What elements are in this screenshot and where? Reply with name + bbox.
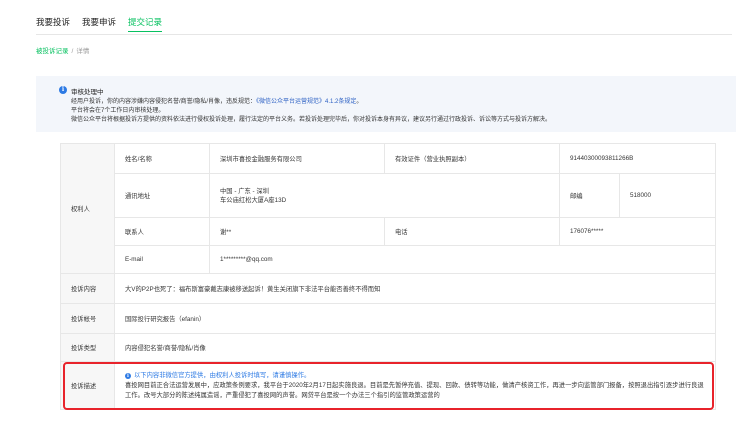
complaint-account-value: 国际投行研究报告（efanin） bbox=[114, 303, 716, 334]
rules-link[interactable]: 《微信公众平台运营规范》4.1.2条规定 bbox=[256, 99, 356, 105]
contact-key: 联系人 bbox=[114, 217, 210, 246]
address-line1: 中国 - 广东 - 深圳 bbox=[220, 187, 269, 195]
id-key: 有效证件（营业执照副本） bbox=[384, 143, 560, 174]
tab-submission-records[interactable]: 提交记录 bbox=[128, 16, 163, 32]
info-icon: i bbox=[59, 86, 67, 94]
right-holder-label: 权利人 bbox=[60, 143, 115, 274]
notice-line-review-time: 平台将会在7个工作日内审核处理。 bbox=[71, 108, 165, 114]
highlight-annotation bbox=[63, 362, 714, 410]
notice-line-legal: 微信公众平台将根据投诉方提供的资料依法进行侵权投诉处理，履行法定的平台义务。若投… bbox=[71, 117, 552, 123]
breadcrumb: 被投诉记录 / 详情 bbox=[36, 45, 89, 55]
email-key: E-mail bbox=[114, 245, 210, 274]
table-row: 投诉类型 内容侵犯名誉/商誉/隐私/肖像 bbox=[60, 333, 716, 362]
notice-title: 审核处理中 bbox=[71, 89, 104, 96]
notice-line1-suffix: 。 bbox=[356, 99, 363, 105]
contact-value: 谢** bbox=[209, 217, 385, 246]
status-notice: i 审核处理中 经用户投诉，你的内容涉嫌内容侵犯名誉/商誉/隐私/肖像，违反规范… bbox=[36, 76, 736, 132]
complaint-account-label: 投诉帐号 bbox=[60, 303, 115, 334]
table-row: E-mail 1*********@qq.com bbox=[61, 245, 716, 274]
tab-appeal[interactable]: 我要申诉 bbox=[82, 16, 116, 32]
breadcrumb-separator: / bbox=[71, 48, 74, 55]
tabs-divider bbox=[36, 34, 732, 35]
phone-value: 176076***** bbox=[559, 217, 716, 246]
name-value: 深圳市喜投金融服务有限公司 bbox=[209, 143, 385, 174]
table-row: 投诉内容 大V的P2P也死了：福布斯富豪戴志康被移送起诉！黄生关闭旗下非法平台能… bbox=[60, 273, 716, 304]
tab-complain[interactable]: 我要投诉 bbox=[36, 16, 70, 32]
postcode-key: 邮编 bbox=[559, 173, 620, 218]
breadcrumb-current: 详情 bbox=[76, 48, 90, 55]
table-row: 联系人 谢** 电话 176076***** bbox=[61, 217, 716, 246]
complaint-content-value: 大V的P2P也死了：福布斯富豪戴志康被移送起诉！黄生关闭旗下非法平台能否善终不得… bbox=[114, 273, 716, 304]
complaint-type-value: 内容侵犯名誉/商誉/隐私/肖像 bbox=[114, 333, 716, 362]
top-tabs: 我要投诉 我要申诉 提交记录 bbox=[36, 16, 163, 32]
notice-line-violation: 经用户投诉，你的内容涉嫌内容侵犯名誉/商誉/隐私/肖像，违反规范：《微信公众平台… bbox=[71, 96, 362, 105]
complaint-content-label: 投诉内容 bbox=[60, 273, 115, 304]
breadcrumb-link-complaint-records[interactable]: 被投诉记录 bbox=[36, 48, 69, 55]
table-row: 权利人 姓名/名称 深圳市喜投金融服务有限公司 有效证件（营业执照副本） 914… bbox=[60, 143, 716, 274]
id-value: 91440300093811266B bbox=[559, 143, 716, 174]
address-value: 中国 - 广东 - 深圳 车公庙红松大厦A座13D bbox=[209, 173, 560, 218]
complaint-type-label: 投诉类型 bbox=[60, 333, 115, 362]
table-row: 通讯地址 中国 - 广东 - 深圳 车公庙红松大厦A座13D 邮编 518000 bbox=[61, 173, 716, 218]
email-value: 1*********@qq.com bbox=[209, 245, 716, 274]
address-key: 通讯地址 bbox=[114, 173, 210, 218]
table-row: 投诉帐号 国际投行研究报告（efanin） bbox=[60, 303, 716, 334]
postcode-value: 518000 bbox=[619, 173, 716, 218]
phone-key: 电话 bbox=[384, 217, 560, 246]
address-line2: 车公庙红松大厦A座13D bbox=[220, 196, 287, 204]
name-key: 姓名/名称 bbox=[114, 143, 210, 174]
